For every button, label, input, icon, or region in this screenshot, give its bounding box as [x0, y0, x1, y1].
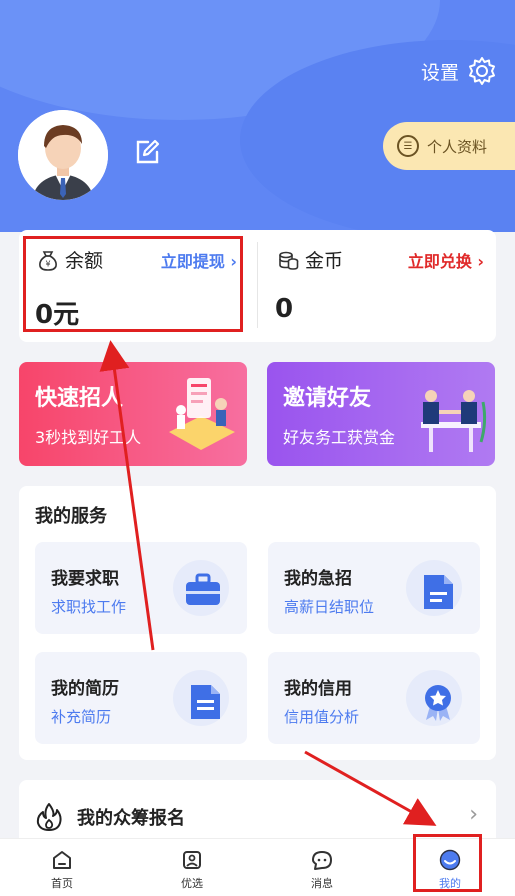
settings-button[interactable]: 设置	[421, 56, 497, 86]
personal-info-button[interactable]: ☰ 个人资料	[383, 122, 515, 170]
highlight-box	[23, 236, 243, 332]
tab-label: 优选	[181, 877, 203, 890]
gear-icon	[469, 57, 495, 85]
invite-friends-banner[interactable]: 邀请好友 好友务工获赏金	[267, 362, 495, 466]
service-urgent-hire[interactable]: 我的急招 高薪日结职位	[268, 542, 480, 634]
service-resume[interactable]: 我的简历 补充简历	[35, 652, 247, 744]
crowdfunding-label: 我的众筹报名	[77, 808, 185, 829]
coins-label: 金币	[305, 250, 344, 272]
coins-section[interactable]: 金币 立即兑换 › 0	[259, 230, 496, 342]
service-desc: 信用值分析	[284, 708, 360, 726]
service-credit[interactable]: 我的信用 信用值分析	[268, 652, 480, 744]
quick-hire-banner[interactable]: 快速招人 3秒找到好工人	[19, 362, 247, 466]
my-services-section: 我的服务 我要求职 求职找工作 我的急招 高薪日结职位 我的简历 补充简历 我的…	[19, 486, 496, 760]
handshake-illustration-icon	[421, 390, 487, 452]
profile-card-icon: ☰	[397, 135, 419, 157]
promo-subtitle: 好友务工获赏金	[283, 428, 396, 447]
avatar[interactable]	[18, 110, 108, 200]
service-desc: 补充简历	[51, 708, 112, 726]
promo-subtitle: 3秒找到好工人	[35, 428, 142, 447]
avatar-image	[18, 110, 108, 200]
settings-label: 设置	[420, 61, 459, 84]
chevron-right-icon: ›	[469, 802, 478, 827]
service-job-seeking[interactable]: 我要求职 求职找工作	[35, 542, 247, 634]
document-icon	[424, 575, 453, 609]
promo-title: 快速招人	[35, 386, 124, 411]
coins-value: 0	[275, 294, 294, 324]
hiring-illustration-icon	[169, 378, 235, 450]
exchange-label: 立即兑换	[407, 252, 472, 271]
chevron-right-icon: ›	[477, 252, 484, 271]
selection-icon	[183, 851, 201, 869]
wallet-divider	[257, 242, 258, 328]
edit-icon	[136, 139, 160, 164]
service-name: 我的急招	[284, 569, 352, 589]
service-desc: 高薪日结职位	[284, 598, 375, 616]
tab-home[interactable]: 首页	[30, 849, 94, 891]
resume-icon	[191, 685, 220, 719]
tab-selection[interactable]: 优选	[160, 849, 224, 891]
highlight-box	[413, 834, 482, 892]
flame-icon	[36, 803, 62, 831]
promo-title: 邀请好友	[283, 386, 372, 411]
edit-profile-button[interactable]	[132, 137, 162, 167]
tab-label: 首页	[51, 877, 73, 890]
coins-icon	[279, 251, 299, 270]
home-icon	[53, 851, 71, 869]
services-title: 我的服务	[35, 506, 107, 527]
briefcase-icon	[186, 573, 220, 605]
tab-label: 消息	[311, 877, 333, 890]
service-name: 我的简历	[51, 679, 119, 699]
service-desc: 求职找工作	[51, 598, 127, 616]
tab-messages[interactable]: 消息	[290, 849, 354, 891]
badge-icon	[425, 685, 451, 721]
personal-info-label: 个人资料	[427, 137, 488, 156]
service-name: 我要求职	[51, 569, 119, 589]
exchange-link[interactable]: 立即兑换 ›	[408, 248, 484, 272]
message-icon	[312, 851, 332, 870]
service-name: 我的信用	[284, 679, 352, 699]
